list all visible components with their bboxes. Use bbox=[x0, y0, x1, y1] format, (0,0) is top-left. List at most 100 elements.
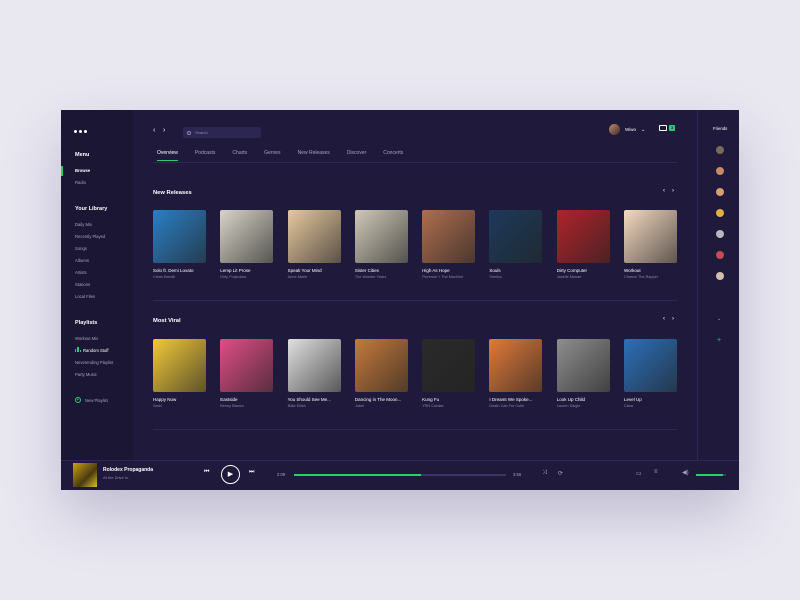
friend-avatar[interactable] bbox=[716, 188, 724, 196]
tab-overview[interactable]: Overview bbox=[157, 150, 178, 161]
album-artist[interactable]: Billie Eilish bbox=[288, 404, 341, 408]
album-artist[interactable]: Chance The Rapper bbox=[624, 275, 677, 279]
volume-slider[interactable] bbox=[696, 474, 726, 476]
album-cover[interactable] bbox=[153, 339, 206, 392]
sidebar-item-albums[interactable]: Albums bbox=[75, 258, 89, 263]
album-card[interactable]: Happy Now Zedd bbox=[153, 339, 206, 408]
album-artist[interactable]: Jubel bbox=[355, 404, 408, 408]
album-cover[interactable] bbox=[556, 210, 610, 263]
album-title[interactable]: Look Up Child bbox=[557, 397, 610, 402]
album-cover[interactable] bbox=[354, 339, 408, 392]
album-card[interactable]: Kung Fu YRN Cordae bbox=[422, 339, 476, 408]
album-title[interactable]: You Should See Me... bbox=[288, 397, 341, 402]
search-input[interactable]: Search bbox=[183, 127, 261, 138]
playlist-party-music[interactable]: Party Music bbox=[75, 372, 97, 377]
album-artist[interactable]: The Wonder Years bbox=[355, 275, 408, 279]
album-title[interactable]: Dirty Computer bbox=[557, 268, 610, 273]
album-card[interactable]: Lemp Lit Prose Dirty Projectors bbox=[220, 210, 274, 279]
album-title[interactable]: Workout bbox=[624, 268, 677, 273]
tab-genres[interactable]: Genres bbox=[264, 150, 280, 156]
sidebar-item-artists[interactable]: Artists bbox=[75, 270, 87, 275]
sidebar-item-daily-mix[interactable]: Daily Mix bbox=[75, 222, 92, 227]
friend-avatar[interactable] bbox=[716, 230, 724, 238]
sidebar-item-browse[interactable]: Browse bbox=[75, 168, 90, 173]
chevron-right-icon[interactable]: › bbox=[163, 127, 165, 134]
album-artist[interactable]: Clean Bandit bbox=[153, 275, 206, 279]
album-cover[interactable] bbox=[422, 210, 476, 263]
play-button[interactable]: ▶ bbox=[221, 465, 240, 484]
album-cover[interactable] bbox=[287, 339, 341, 392]
album-cover[interactable] bbox=[220, 210, 274, 263]
album-title[interactable]: I Dreamt We Spoke... bbox=[489, 397, 542, 402]
album-title[interactable]: Happy Now bbox=[153, 397, 206, 402]
now-playing-cover[interactable] bbox=[73, 463, 97, 487]
chevron-right-icon[interactable]: › bbox=[672, 316, 674, 322]
album-artist[interactable]: Dirty Projectors bbox=[220, 275, 273, 279]
mail-button[interactable]: 3 bbox=[659, 125, 676, 131]
album-card[interactable]: You Should See Me... Billie Eilish bbox=[287, 339, 341, 408]
friend-avatar[interactable] bbox=[716, 272, 724, 280]
album-cover[interactable] bbox=[623, 210, 677, 263]
now-playing-title[interactable]: Rolodex Propaganda bbox=[103, 467, 153, 473]
playlist-workout-mix[interactable]: Workout Mix bbox=[75, 336, 98, 341]
queue-icon[interactable]: ≡ bbox=[654, 469, 658, 475]
friend-avatar[interactable] bbox=[716, 251, 724, 259]
chevron-down-icon[interactable]: ⌄ bbox=[717, 316, 721, 322]
chevron-left-icon[interactable]: ‹ bbox=[153, 127, 155, 134]
now-playing-artist[interactable]: At the Drive In bbox=[103, 475, 128, 480]
sidebar-item-radio[interactable]: Radio bbox=[75, 180, 86, 185]
album-card[interactable]: Dirty Computer Janelle Monáe bbox=[556, 210, 610, 279]
volume-icon[interactable]: ◀) bbox=[682, 469, 689, 476]
user-menu[interactable]: Wiwo ⌄ bbox=[609, 124, 645, 135]
album-title[interactable]: Dancing in The Moon... bbox=[355, 397, 408, 402]
album-card[interactable]: Souls Shellco bbox=[489, 210, 543, 279]
playlist-neverending[interactable]: Neverending Playlist bbox=[75, 360, 113, 365]
previous-icon[interactable]: ⏮ bbox=[204, 469, 209, 476]
dots-menu-icon[interactable] bbox=[74, 130, 87, 133]
album-card[interactable]: Speak Your Mind Anne-Marie bbox=[287, 210, 341, 279]
add-friend-icon[interactable]: + bbox=[717, 337, 721, 344]
sidebar-item-stations[interactable]: Stations bbox=[75, 282, 90, 287]
album-card[interactable]: Solo ft. Demi Lovato Clean Bandit bbox=[153, 210, 206, 279]
shuffle-icon[interactable]: ⤨ bbox=[542, 470, 547, 477]
album-artist[interactable]: YRN Cordae bbox=[422, 404, 475, 408]
sidebar-item-recently-played[interactable]: Recently Played bbox=[75, 234, 105, 239]
album-artist[interactable]: Zedd bbox=[153, 404, 206, 408]
sidebar-item-songs[interactable]: Songs bbox=[75, 246, 87, 251]
album-title[interactable]: Speak Your Mind bbox=[288, 268, 341, 273]
tab-concerts[interactable]: Concerts bbox=[383, 150, 403, 156]
devices-icon[interactable]: ▭ bbox=[636, 470, 642, 477]
album-card[interactable]: Level Up Ciara bbox=[623, 339, 677, 408]
chevron-right-icon[interactable]: › bbox=[672, 188, 674, 194]
album-card[interactable]: High As Hope Florence + The Machine bbox=[422, 210, 476, 279]
album-artist[interactable]: Benny Blanco bbox=[220, 404, 273, 408]
album-artist[interactable]: Janelle Monáe bbox=[557, 275, 610, 279]
album-title[interactable]: Lemp Lit Prose bbox=[220, 268, 273, 273]
album-cover[interactable] bbox=[489, 339, 543, 392]
repeat-icon[interactable]: ⟳ bbox=[558, 470, 563, 477]
album-title[interactable]: Sister Cities bbox=[355, 268, 408, 273]
tab-discover[interactable]: Discover bbox=[347, 150, 366, 156]
next-icon[interactable]: ⏭ bbox=[249, 469, 254, 476]
album-artist[interactable]: Shellco bbox=[489, 275, 542, 279]
chevron-left-icon[interactable]: ‹ bbox=[663, 188, 665, 194]
album-artist[interactable]: Ciara bbox=[624, 404, 677, 408]
album-artist[interactable]: Florence + The Machine bbox=[422, 275, 475, 279]
album-cover[interactable] bbox=[354, 210, 408, 263]
album-card[interactable]: Sister Cities The Wonder Years bbox=[354, 210, 408, 279]
sidebar-item-local-files[interactable]: Local Files bbox=[75, 294, 95, 299]
album-title[interactable]: Level Up bbox=[624, 397, 677, 402]
chevron-left-icon[interactable]: ‹ bbox=[663, 316, 665, 322]
album-title[interactable]: Kung Fu bbox=[422, 397, 475, 402]
album-card[interactable]: Look Up Child Lauren Daigle bbox=[556, 339, 610, 408]
album-title[interactable]: Souls bbox=[489, 268, 542, 273]
tab-charts[interactable]: Charts bbox=[232, 150, 247, 156]
album-cover[interactable] bbox=[623, 339, 677, 392]
album-card[interactable]: Eastside Benny Blanco bbox=[220, 339, 274, 408]
album-artist[interactable]: Lauren Daigle bbox=[557, 404, 610, 408]
album-card[interactable]: I Dreamt We Spoke... Death Cab For Cutie bbox=[489, 339, 543, 408]
album-artist[interactable]: Death Cab For Cutie bbox=[489, 404, 542, 408]
album-card[interactable]: Dancing in The Moon... Jubel bbox=[354, 339, 408, 408]
album-cover[interactable] bbox=[489, 210, 543, 263]
playlist-random-stuff[interactable]: Random Stuff bbox=[83, 348, 109, 353]
